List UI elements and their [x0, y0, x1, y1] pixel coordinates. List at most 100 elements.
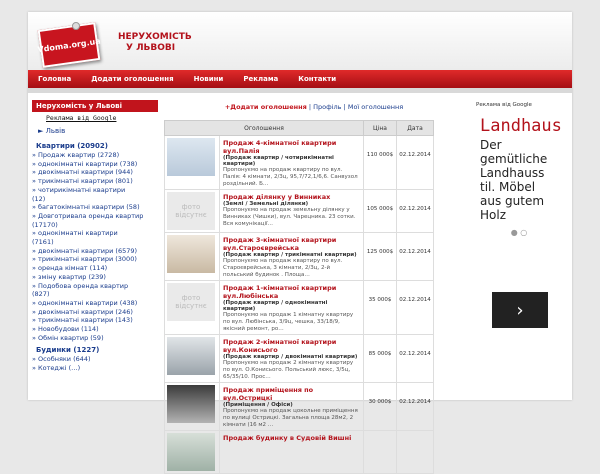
- listing-price: 85 000$: [363, 334, 397, 383]
- listing-title[interactable]: Продаж 2-кімнатної квартири вул.Конисьог…: [223, 336, 360, 354]
- sidebar-item[interactable]: » двокімнатні квартири (6579): [32, 247, 158, 256]
- ad-title[interactable]: Landhaus: [472, 110, 566, 136]
- sidebar-item[interactable]: » Обмін квартир (59): [32, 334, 158, 343]
- listing-date: 02.12.2014: [396, 135, 434, 190]
- google-ad-banner[interactable]: Реклама від Google Landhaus Der gemütlic…: [472, 100, 566, 340]
- sidebar-item[interactable]: » Продаж квартир (2728): [32, 151, 158, 160]
- sidebar-title: Нерухомість у Львові: [32, 100, 158, 112]
- page: Vdoma.org.ua НЕРУХОМІСТЬ У ЛЬВОВІ Головн…: [28, 12, 572, 474]
- main-nav: Головна Додати оголошення Новини Реклама…: [28, 70, 572, 88]
- add-ad-link[interactable]: +Додати оголошення: [225, 103, 307, 111]
- site-title-line1: НЕРУХОМІСТЬ: [118, 32, 192, 42]
- nav-add-ad[interactable]: Додати оголошення: [81, 70, 183, 88]
- table-row[interactable]: Продаж приміщення по вул.Острицкі (Приміщ…: [164, 382, 434, 431]
- my-ads-link[interactable]: Мої оголошення: [348, 103, 403, 111]
- listing-title[interactable]: Продаж 1-кімнатної квартири вул.Любінськ…: [223, 282, 360, 300]
- sidebar-item[interactable]: » Подобова оренда квартир: [32, 282, 158, 291]
- sidebar-item[interactable]: » трикімнатні квартири (801): [32, 177, 158, 186]
- sidebar-item[interactable]: » оренда кімнат (114): [32, 264, 158, 273]
- sidebar-lviv-link[interactable]: ► Львів: [32, 124, 158, 138]
- listing-description: Пропонуємо на продаж квартиру по вул. Па…: [223, 167, 358, 187]
- listing-date: 02.12.2014: [396, 232, 434, 281]
- site-title: НЕРУХОМІСТЬ У ЛЬВОВІ: [118, 32, 192, 54]
- listing-price: 125 000$: [363, 232, 397, 281]
- table-row[interactable]: Продаж 4-кімнатної квартири вул.Палія (Пр…: [164, 135, 434, 190]
- sidebar-item[interactable]: » Особняки (644): [32, 355, 158, 364]
- profile-link[interactable]: Профіль: [313, 103, 341, 111]
- listings-table: Оголошення Ціна Дата Продаж 4-кімнатної …: [164, 120, 434, 474]
- listing-price: 110 000$: [363, 135, 397, 190]
- listing-date: 02.12.2014: [396, 280, 434, 335]
- listing-thumbnail[interactable]: [167, 433, 215, 471]
- sidebar-item[interactable]: » трикімнатні квартири (143): [32, 316, 158, 325]
- sidebar-item[interactable]: » однокімнатні квартири: [32, 229, 158, 238]
- listing-title[interactable]: Продаж будинку в Судовій Вишні: [223, 432, 360, 442]
- nav-divider: [28, 88, 572, 93]
- sidebar-item[interactable]: » зміну квартир (239): [32, 273, 158, 282]
- table-row[interactable]: Продаж будинку в Судовій Вишні: [164, 430, 434, 474]
- sidebar-item[interactable]: » двокімнатні квартири (246): [32, 308, 158, 317]
- sidebar-item[interactable]: » Довготривала оренда квартир: [32, 212, 158, 221]
- sidebar-item[interactable]: » Новобудови (114): [32, 325, 158, 334]
- sidebar-item[interactable]: (827): [32, 290, 158, 299]
- sidebar-item[interactable]: » однокімнатні квартири (738): [32, 160, 158, 169]
- sidebar-item[interactable]: » трикімнатні квартири (3000): [32, 255, 158, 264]
- pin-icon: [72, 22, 80, 30]
- logo-text: Vdoma.org.ua: [36, 36, 102, 54]
- sidebar-item[interactable]: » двокімнатні квартири (944): [32, 168, 158, 177]
- listing-thumbnail[interactable]: [167, 235, 215, 273]
- sidebar-item[interactable]: (7161): [32, 238, 158, 247]
- nav-contacts[interactable]: Контакти: [288, 70, 346, 88]
- sidebar-section-houses[interactable]: Будинки (1227): [32, 342, 158, 355]
- listing-date: 02.12.2014: [396, 382, 434, 431]
- listing-description: Пропонуємо на продаж земельну ділянку у …: [223, 207, 356, 227]
- sidebar-section-apartments[interactable]: Квартири (20902): [32, 138, 158, 151]
- sidebar-item[interactable]: » чотирикімнатні квартири: [32, 186, 158, 195]
- ad-pagination-dots[interactable]: ● ○: [472, 224, 566, 241]
- listing-category: (Продаж квартир / однокімнатні квартири): [223, 300, 328, 312]
- listing-thumbnail[interactable]: [167, 138, 215, 176]
- sidebar-houses-list: » Особняки (644)» Котеджі (…): [32, 355, 158, 372]
- table-row[interactable]: фото відсутнє Продаж 1-кімнатної квартири…: [164, 280, 434, 335]
- sidebar-item[interactable]: (12): [32, 195, 158, 204]
- main-content: +Додати оголошення | Профіль | Мої оголо…: [164, 100, 464, 474]
- sidebar-apartments-list: » Продаж квартир (2728)» однокімнатні кв…: [32, 151, 158, 342]
- listing-category: (Продаж квартир / чотирикімнатні квартир…: [223, 155, 334, 167]
- sidebar-item[interactable]: (17170): [32, 221, 158, 230]
- site-title-line2: У ЛЬВОВІ: [126, 43, 176, 53]
- nav-advertising[interactable]: Реклама: [233, 70, 288, 88]
- nav-news[interactable]: Новини: [184, 70, 234, 88]
- listing-description: Пропонуємо на продаж квартиру по вул. Ст…: [223, 258, 343, 278]
- listing-thumbnail[interactable]: фото відсутнє: [167, 192, 215, 230]
- sidebar-item[interactable]: » Котеджі (…): [32, 364, 158, 373]
- listing-thumbnail[interactable]: фото відсутнє: [167, 283, 215, 321]
- sidebar: Нерухомість у Львові Реклама від Google …: [32, 100, 158, 400]
- table-row[interactable]: фото відсутнє Продаж ділянку у Винниках (З…: [164, 189, 434, 233]
- column-header-ads: Оголошення: [164, 120, 364, 136]
- column-header-price: Ціна: [363, 120, 397, 136]
- site-logo[interactable]: Vdoma.org.ua: [36, 22, 102, 68]
- listing-date: [396, 430, 434, 474]
- link-separator: |: [343, 103, 346, 111]
- listing-thumbnail[interactable]: [167, 337, 215, 375]
- listing-price: [363, 430, 397, 474]
- listing-price: 105 000$: [363, 189, 397, 233]
- table-row[interactable]: Продаж 3-кімнатної квартири вул.Староєвр…: [164, 232, 434, 281]
- ad-next-arrow-icon[interactable]: ›: [492, 292, 548, 328]
- sidebar-item[interactable]: » багатокімнатні квартири (58): [32, 203, 158, 212]
- listing-title[interactable]: Продаж 4-кімнатної квартири вул.Палія: [223, 137, 360, 155]
- listing-title[interactable]: Продаж ділянку у Винниках: [223, 191, 360, 201]
- listing-thumbnail[interactable]: [167, 385, 215, 423]
- sidebar-item[interactable]: » однокімнатні квартири (438): [32, 299, 158, 308]
- ad-body: Der gemütliche Landhauss til. Möbel aus …: [480, 138, 548, 222]
- header: Vdoma.org.ua НЕРУХОМІСТЬ У ЛЬВОВІ: [28, 12, 572, 70]
- listing-date: 02.12.2014: [396, 334, 434, 383]
- listing-date: 02.12.2014: [396, 189, 434, 233]
- nav-home[interactable]: Головна: [28, 70, 81, 88]
- listing-title[interactable]: Продаж приміщення по вул.Острицкі: [223, 384, 360, 402]
- listing-title[interactable]: Продаж 3-кімнатної квартири вул.Староєвр…: [223, 234, 360, 252]
- sidebar-google-ad-link[interactable]: Реклама від Google: [32, 112, 158, 124]
- table-row[interactable]: Продаж 2-кімнатної квартири вул.Конисьог…: [164, 334, 434, 383]
- user-links: +Додати оголошення | Профіль | Мої оголо…: [164, 100, 464, 114]
- listing-description: Пропонуємо на продаж 1 кімнатну квартиру…: [223, 312, 354, 332]
